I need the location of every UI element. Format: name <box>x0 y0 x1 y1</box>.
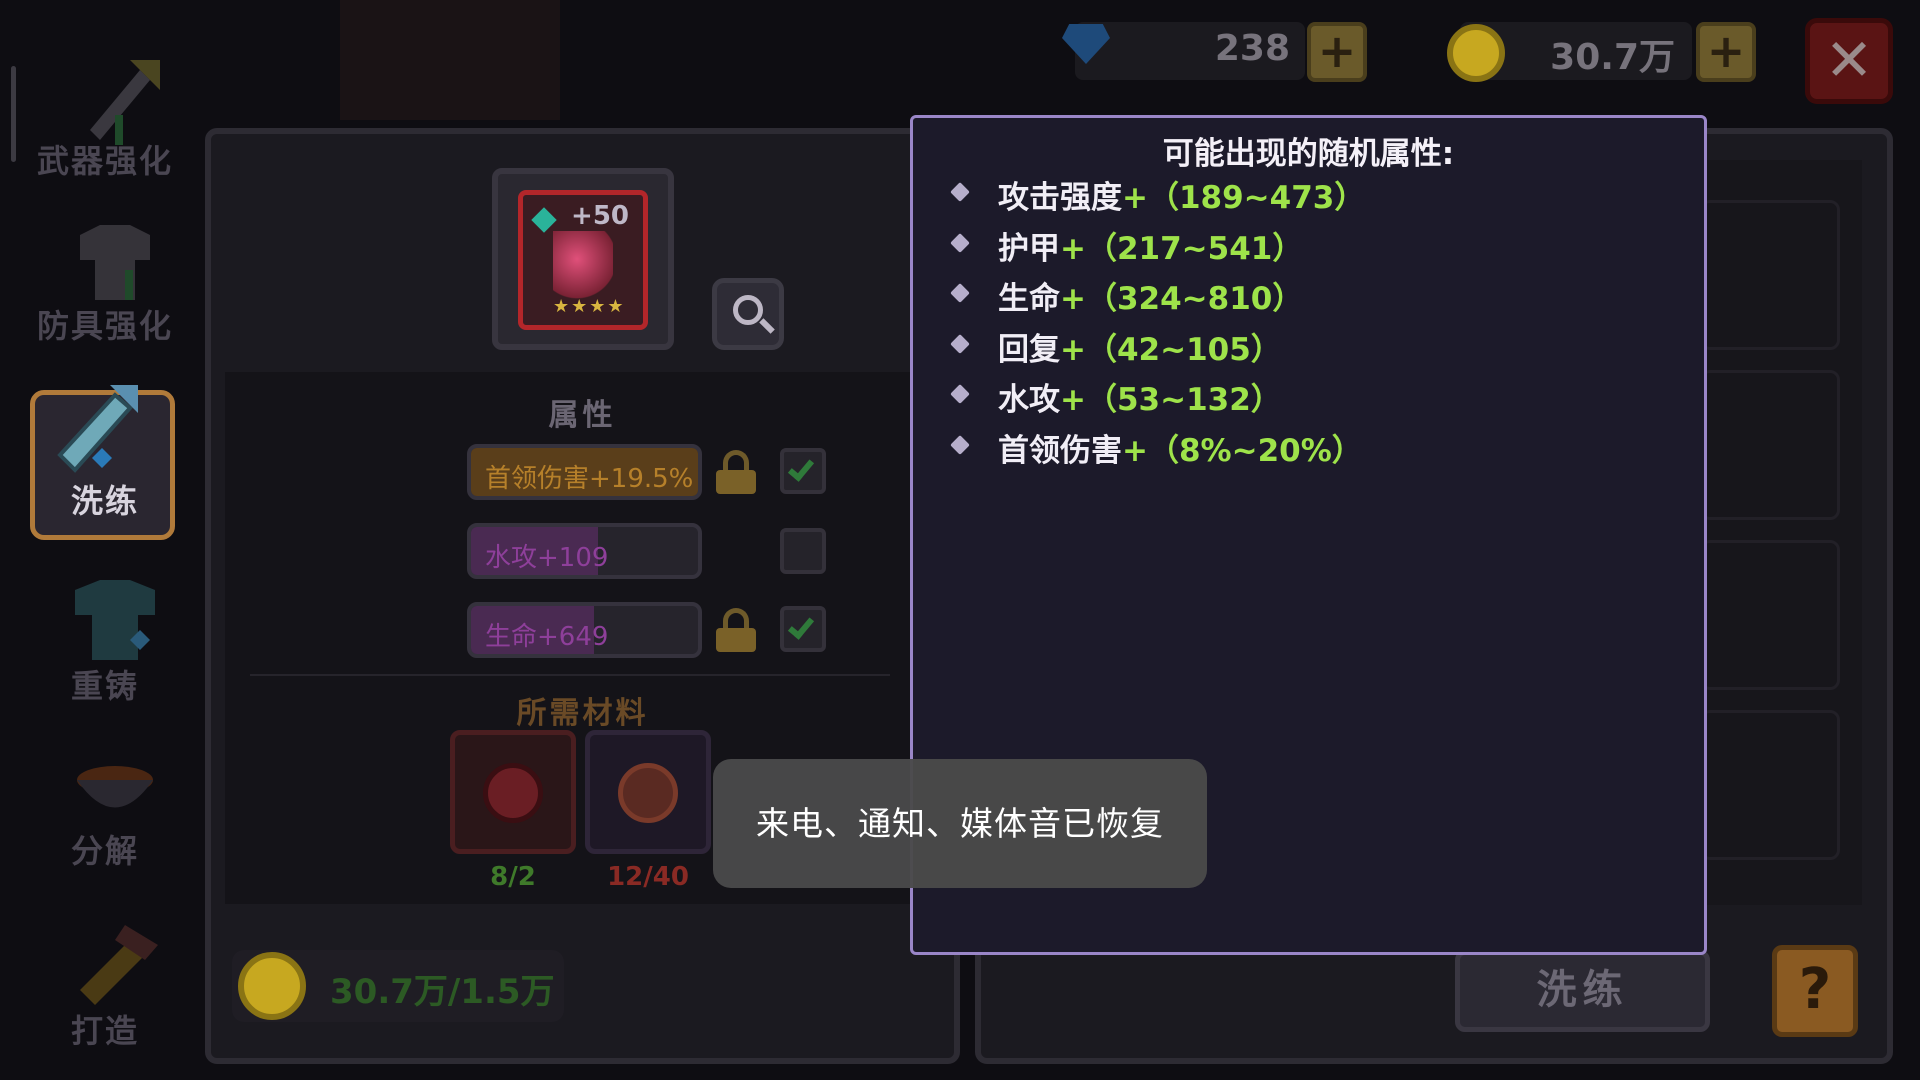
background-scene <box>340 0 560 120</box>
close-icon: ✕ <box>1824 26 1874 94</box>
attributes-title: 属性 <box>548 398 617 433</box>
system-toast: 来电、通知、媒体音已恢复 <box>713 759 1207 888</box>
result-card <box>1700 540 1840 690</box>
material-slot-2[interactable] <box>585 730 711 854</box>
sidebar-item-label: 武器强化 <box>36 142 173 180</box>
armor-recast-icon <box>75 580 155 660</box>
equipment-frame: +50 ★★★★ <box>518 190 648 330</box>
weapon-icon <box>553 231 613 301</box>
bullet-icon <box>950 434 970 455</box>
material-count-1: 8/2 <box>490 862 536 892</box>
sidebar-item-label: 重铸 <box>70 667 139 705</box>
lock-checkbox[interactable] <box>780 528 826 574</box>
gem-icon <box>531 207 557 233</box>
magnifier-icon <box>733 295 763 325</box>
sidebar-item-label: 分解 <box>70 832 139 870</box>
item-level: +50 <box>571 201 629 231</box>
result-card <box>1700 710 1840 860</box>
bullet-icon <box>950 283 970 303</box>
refine-button[interactable]: 洗练 <box>1455 950 1710 1032</box>
sidebar-scrollbar[interactable] <box>11 66 16 162</box>
lock-icon[interactable] <box>714 608 758 652</box>
sword-upgrade-icon <box>90 60 160 145</box>
divider <box>250 674 890 676</box>
gold-count: 30.7万 <box>1550 37 1675 78</box>
inspect-button[interactable] <box>712 278 784 350</box>
item-stars: ★★★★ <box>553 296 626 317</box>
material-slot-1[interactable] <box>450 730 576 854</box>
coin-icon <box>238 952 306 1020</box>
bullet-icon <box>950 232 970 253</box>
materials-title: 所需材料 <box>516 696 649 731</box>
attribute-text: 生命+649 <box>485 622 609 652</box>
sidebar-item-decompose[interactable]: 分解 <box>30 730 180 880</box>
sidebar-item-weapon-upgrade[interactable]: 武器强化 <box>30 40 180 190</box>
sidebar-item-label: 打造 <box>70 1012 139 1050</box>
add-gems-button[interactable]: + <box>1307 22 1367 82</box>
cauldron-icon <box>77 766 153 808</box>
attribute-row-2: 水攻+109 <box>467 523 702 579</box>
bullet-icon <box>950 182 970 202</box>
add-gold-button[interactable]: + <box>1696 22 1756 82</box>
material-orb-icon <box>483 763 543 823</box>
attribute-text: 水攻+109 <box>485 543 609 573</box>
refine-button-label: 洗练 <box>1536 967 1629 1013</box>
gem-count: 238 <box>1214 28 1290 69</box>
bullet-icon <box>950 384 970 404</box>
attribute-row-3: 生命+649 <box>467 602 702 658</box>
sidebar: 武器强化 防具强化 洗练 重铸 分解 打造 <box>0 0 200 1080</box>
armor-upgrade-icon <box>80 225 150 300</box>
sidebar-item-label: 洗练 <box>70 482 139 520</box>
sidebar-item-forge[interactable]: 打造 <box>30 910 180 1060</box>
plus-icon: + <box>1317 24 1357 78</box>
result-card <box>1700 200 1840 350</box>
gem-icon <box>1058 24 1114 80</box>
result-card <box>1700 370 1840 520</box>
material-stone-icon <box>618 763 678 823</box>
sidebar-item-armor-upgrade[interactable]: 防具强化 <box>30 205 180 355</box>
lock-checkbox[interactable] <box>780 448 826 494</box>
material-count-2: 12/40 <box>607 862 689 892</box>
sidebar-item-refine[interactable]: 洗练 <box>30 380 180 540</box>
sidebar-item-recast[interactable]: 重铸 <box>30 565 180 715</box>
sword-refine-icon <box>57 385 138 473</box>
close-button[interactable]: ✕ <box>1805 18 1893 104</box>
coin-icon <box>1447 24 1505 82</box>
hammer-icon <box>80 925 158 1005</box>
attribute-row-1: 首领伤害+19.5% <box>467 444 702 500</box>
bullet-icon <box>950 333 970 354</box>
plus-icon: + <box>1706 24 1746 78</box>
attribute-text: 首领伤害+19.5% <box>485 464 694 494</box>
cost-text: 30.7万/1.5万 <box>330 972 555 1012</box>
lock-checkbox[interactable] <box>780 606 826 652</box>
question-icon: ? <box>1798 957 1832 1022</box>
help-button[interactable]: ? <box>1772 945 1858 1037</box>
equipment-slot[interactable]: +50 ★★★★ <box>492 168 674 350</box>
lock-icon[interactable] <box>714 450 758 494</box>
sidebar-item-label: 防具强化 <box>36 307 173 345</box>
toast-text: 来电、通知、媒体音已恢复 <box>756 804 1164 843</box>
popup-title: 可能出现的随机属性: <box>1162 136 1455 172</box>
